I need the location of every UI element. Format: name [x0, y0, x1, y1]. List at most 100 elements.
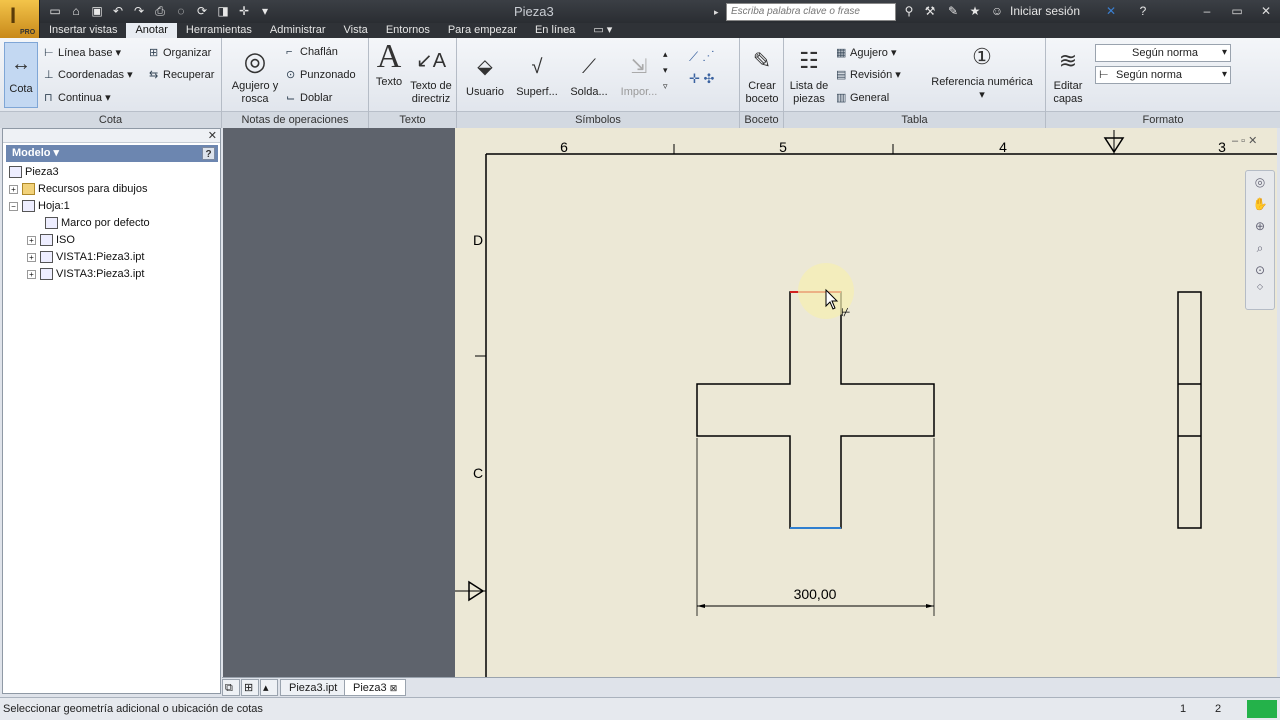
list-icon[interactable]: ▴ — [260, 679, 278, 696]
tree-node-iso[interactable]: + ISO — [27, 233, 75, 248]
tree-node-marco[interactable]: Marco por defecto — [45, 216, 150, 231]
browser-help-icon[interactable]: ? — [202, 147, 215, 160]
steering-wheel-icon[interactable]: ◎ — [1246, 171, 1274, 193]
chamfer-icon: ⌐ — [286, 46, 293, 58]
tools-icon[interactable]: ⚒ — [921, 3, 939, 20]
general-button[interactable]: ▥ General — [836, 91, 889, 104]
browser-header[interactable]: Modelo ▾? — [6, 145, 218, 162]
maximize-button[interactable]: ▭ — [1222, 0, 1252, 22]
tab-pieza3[interactable]: Pieza3 ⊠ — [344, 679, 407, 696]
drawing-sheet[interactable]: 6 5 4 3 D C ⊬ 300,00 — [455, 128, 1277, 677]
doblar-button[interactable]: ⌙ Doblar — [286, 91, 332, 104]
linea-base-label: Línea base — [58, 47, 113, 59]
tab-close-icon[interactable]: ⊠ — [390, 683, 398, 693]
superf-label: Superf... — [516, 86, 558, 98]
tree-node-hoja[interactable]: − Hoja:1 — [9, 199, 70, 214]
linea-base-button[interactable]: ⊢ Línea base ▾ — [44, 46, 121, 59]
help-icon[interactable]: ? — [1134, 3, 1152, 20]
importar-button[interactable]: ⇲ Impor... — [615, 50, 663, 99]
tree-node-vista3[interactable]: + VISTA3:Pieza3.ipt — [27, 267, 144, 282]
browser-close-icon[interactable]: ✕ — [208, 129, 217, 142]
dimension-value[interactable]: 300,00 — [794, 586, 837, 602]
tree-node-pieza3[interactable]: Pieza3 — [9, 165, 59, 180]
tab-administrar[interactable]: Administrar — [261, 23, 335, 38]
agujero-rosca-button[interactable]: ◎ Agujero y rosca — [228, 44, 282, 106]
nav-options-icon[interactable]: ◇ — [1246, 281, 1274, 293]
soldadura-button[interactable]: ⟋ Solda... — [565, 50, 613, 99]
measure-icon[interactable]: ◌ — [172, 3, 190, 20]
update-icon[interactable]: ⟳ — [193, 3, 211, 20]
tile-icon[interactable]: ⧉ — [222, 679, 240, 696]
close-button[interactable]: ✕ — [1251, 0, 1280, 22]
new-icon[interactable]: ▭ — [46, 3, 64, 20]
directriz-label-2: directriz — [411, 93, 451, 105]
datum-tools[interactable]: ⟋ ⋰ ✛ ✣ — [689, 46, 715, 90]
tree-node-recursos[interactable]: + Recursos para dibujos — [9, 182, 147, 197]
open-icon[interactable]: ⌂ — [67, 3, 85, 20]
tab-anotar[interactable]: Anotar — [126, 23, 177, 38]
tab-pieza3-ipt[interactable]: Pieza3.ipt — [280, 679, 347, 696]
view1-cross-outline[interactable] — [696, 291, 935, 529]
crear-boceto-button[interactable]: ✎ Crear boceto — [742, 44, 782, 106]
pan-icon[interactable]: ✋ — [1246, 193, 1274, 215]
panel-title-notas: Notas de operaciones — [222, 111, 368, 128]
model-browser: ✕ Modelo ▾? Pieza3 + Recursos para dibujo… — [2, 128, 221, 694]
add-icon[interactable]: ✛ — [235, 3, 253, 20]
application-menu-button[interactable]: I PRO — [0, 0, 40, 38]
communication-icon[interactable]: ✎ — [944, 3, 962, 20]
tab-extra-dropdown[interactable]: ▭ ▾ — [584, 23, 621, 38]
redo-icon[interactable]: ↷ — [130, 3, 148, 20]
organizar-button[interactable]: ⊞ Organizar — [149, 46, 211, 59]
continua-button[interactable]: ⊓ Continua ▾ — [44, 91, 111, 104]
exchange-icon[interactable]: ✕ — [1102, 3, 1120, 20]
tree-node-vista1[interactable]: + VISTA1:Pieza3.ipt — [27, 250, 144, 265]
grid-icon[interactable]: ⊞ — [241, 679, 259, 696]
style-dropdown[interactable]: Según norma — [1095, 44, 1231, 62]
appearance-icon[interactable]: ◨ — [214, 3, 232, 20]
recuperar-button[interactable]: ⇆ Recuperar — [149, 68, 214, 81]
drawing-canvas[interactable]: 6 5 4 3 D C ⊬ 300,00 — [455, 128, 1277, 677]
punzonado-button[interactable]: ⊙ Punzonado — [286, 68, 356, 81]
expand-icon[interactable]: + — [27, 235, 36, 245]
gallery-scroll[interactable]: ▴ ▾ ▿ — [663, 46, 668, 94]
edition-label: PRO — [20, 29, 36, 36]
texto-directriz-button[interactable]: ↙A Texto de directriz — [407, 44, 455, 106]
layer-dropdown[interactable]: ⊢ Según norma — [1095, 66, 1231, 84]
login-link[interactable]: Iniciar sesión — [1010, 4, 1080, 18]
undo-icon[interactable]: ↶ — [109, 3, 127, 20]
tab-herramientas[interactable]: Herramientas — [177, 23, 261, 38]
tab-insertar-vistas[interactable]: Insertar vistas — [40, 23, 126, 38]
lista-piezas-button[interactable]: ☷ Lista de piezas — [786, 44, 832, 106]
view3-side-outline[interactable] — [1177, 291, 1202, 529]
tab-entornos[interactable]: Entornos — [377, 23, 439, 38]
save-icon[interactable]: ▣ — [88, 3, 106, 20]
search-expand-icon[interactable]: ▸ — [714, 3, 726, 21]
zoom-icon[interactable]: ⊕ — [1246, 215, 1274, 237]
minimize-button[interactable]: – — [1192, 0, 1222, 22]
editar-capas-button[interactable]: ≋ Editar capas — [1048, 44, 1088, 106]
print-icon[interactable]: ⎙ — [151, 3, 169, 20]
coordenadas-button[interactable]: ⊥ Coordenadas ▾ — [44, 68, 133, 81]
window-controls-doc[interactable]: – ▫ ✕ — [1232, 134, 1278, 148]
agujero-table-button[interactable]: ▦ Agujero ▾ — [836, 46, 897, 59]
revision-button[interactable]: ▤ Revisión ▾ — [836, 68, 901, 81]
usuario-button[interactable]: ⬙ Usuario — [461, 50, 509, 99]
tab-en-linea[interactable]: En línea — [526, 23, 584, 38]
star-icon[interactable]: ★ — [966, 3, 984, 20]
dropdown-icon[interactable]: ▾ — [256, 3, 274, 20]
tab-vista[interactable]: Vista — [335, 23, 377, 38]
search-input[interactable]: Escriba palabra clave o frase — [726, 3, 896, 21]
collapse-icon[interactable]: − — [9, 201, 18, 211]
expand-icon[interactable]: + — [27, 269, 36, 279]
superficie-button[interactable]: √ Superf... — [513, 50, 561, 99]
expand-icon[interactable]: + — [9, 184, 18, 194]
cota-button[interactable]: ↔ Cota — [4, 42, 38, 108]
referencia-numerica-button[interactable]: ① Referencia numérica ▾ — [922, 40, 1042, 102]
binoculars-icon[interactable]: ⚲ — [900, 3, 918, 20]
tab-para-empezar[interactable]: Para empezar — [439, 23, 526, 38]
zoom-window-icon[interactable]: ⌕ — [1246, 237, 1274, 259]
texto-button[interactable]: A Texto — [373, 40, 405, 89]
expand-icon[interactable]: + — [27, 252, 36, 262]
zoom-all-icon[interactable]: ⊙ — [1246, 259, 1274, 281]
chaflan-button[interactable]: ⌐ Chaflán — [286, 46, 338, 58]
